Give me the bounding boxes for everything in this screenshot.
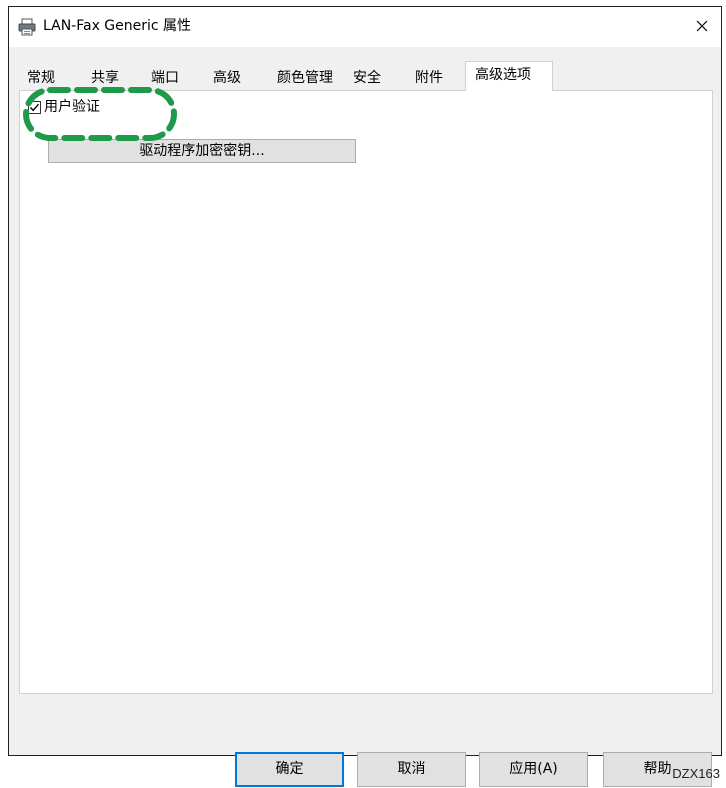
tab-general[interactable]: 常规 xyxy=(21,67,55,90)
ok-button[interactable]: 确定 xyxy=(235,752,344,787)
tab-attachments[interactable]: 附件 xyxy=(409,67,443,90)
tab-panel-advanced-options xyxy=(19,90,713,694)
user-authentication-checkbox[interactable]: 用户验证 xyxy=(28,98,100,116)
tab-advanced[interactable]: 高级 xyxy=(207,67,241,90)
apply-button[interactable]: 应用(A) xyxy=(479,752,588,787)
title-bar: LAN-Fax Generic 属性 xyxy=(9,7,721,47)
checkbox-checked-icon[interactable] xyxy=(28,100,41,114)
close-button[interactable] xyxy=(685,11,719,43)
tab-ports[interactable]: 端口 xyxy=(145,67,179,90)
user-authentication-label: 用户验证 xyxy=(44,99,100,115)
tab-advanced-options[interactable]: 高级选项 xyxy=(465,61,553,91)
driver-encryption-key-button[interactable]: 驱动程序加密密钥... xyxy=(48,139,356,163)
properties-dialog: LAN-Fax Generic 属性 常规 共享 端口 高级 颜色管理 安全 附… xyxy=(8,6,722,787)
tab-sharing[interactable]: 共享 xyxy=(85,67,119,90)
figure-caption: DZX163 xyxy=(672,766,720,781)
printer-icon xyxy=(17,18,37,36)
close-icon xyxy=(695,18,709,37)
window-title: LAN-Fax Generic 属性 xyxy=(43,18,192,34)
tab-color-management[interactable]: 颜色管理 xyxy=(271,67,333,90)
cancel-button[interactable]: 取消 xyxy=(357,752,466,787)
tab-security[interactable]: 安全 xyxy=(347,67,381,90)
